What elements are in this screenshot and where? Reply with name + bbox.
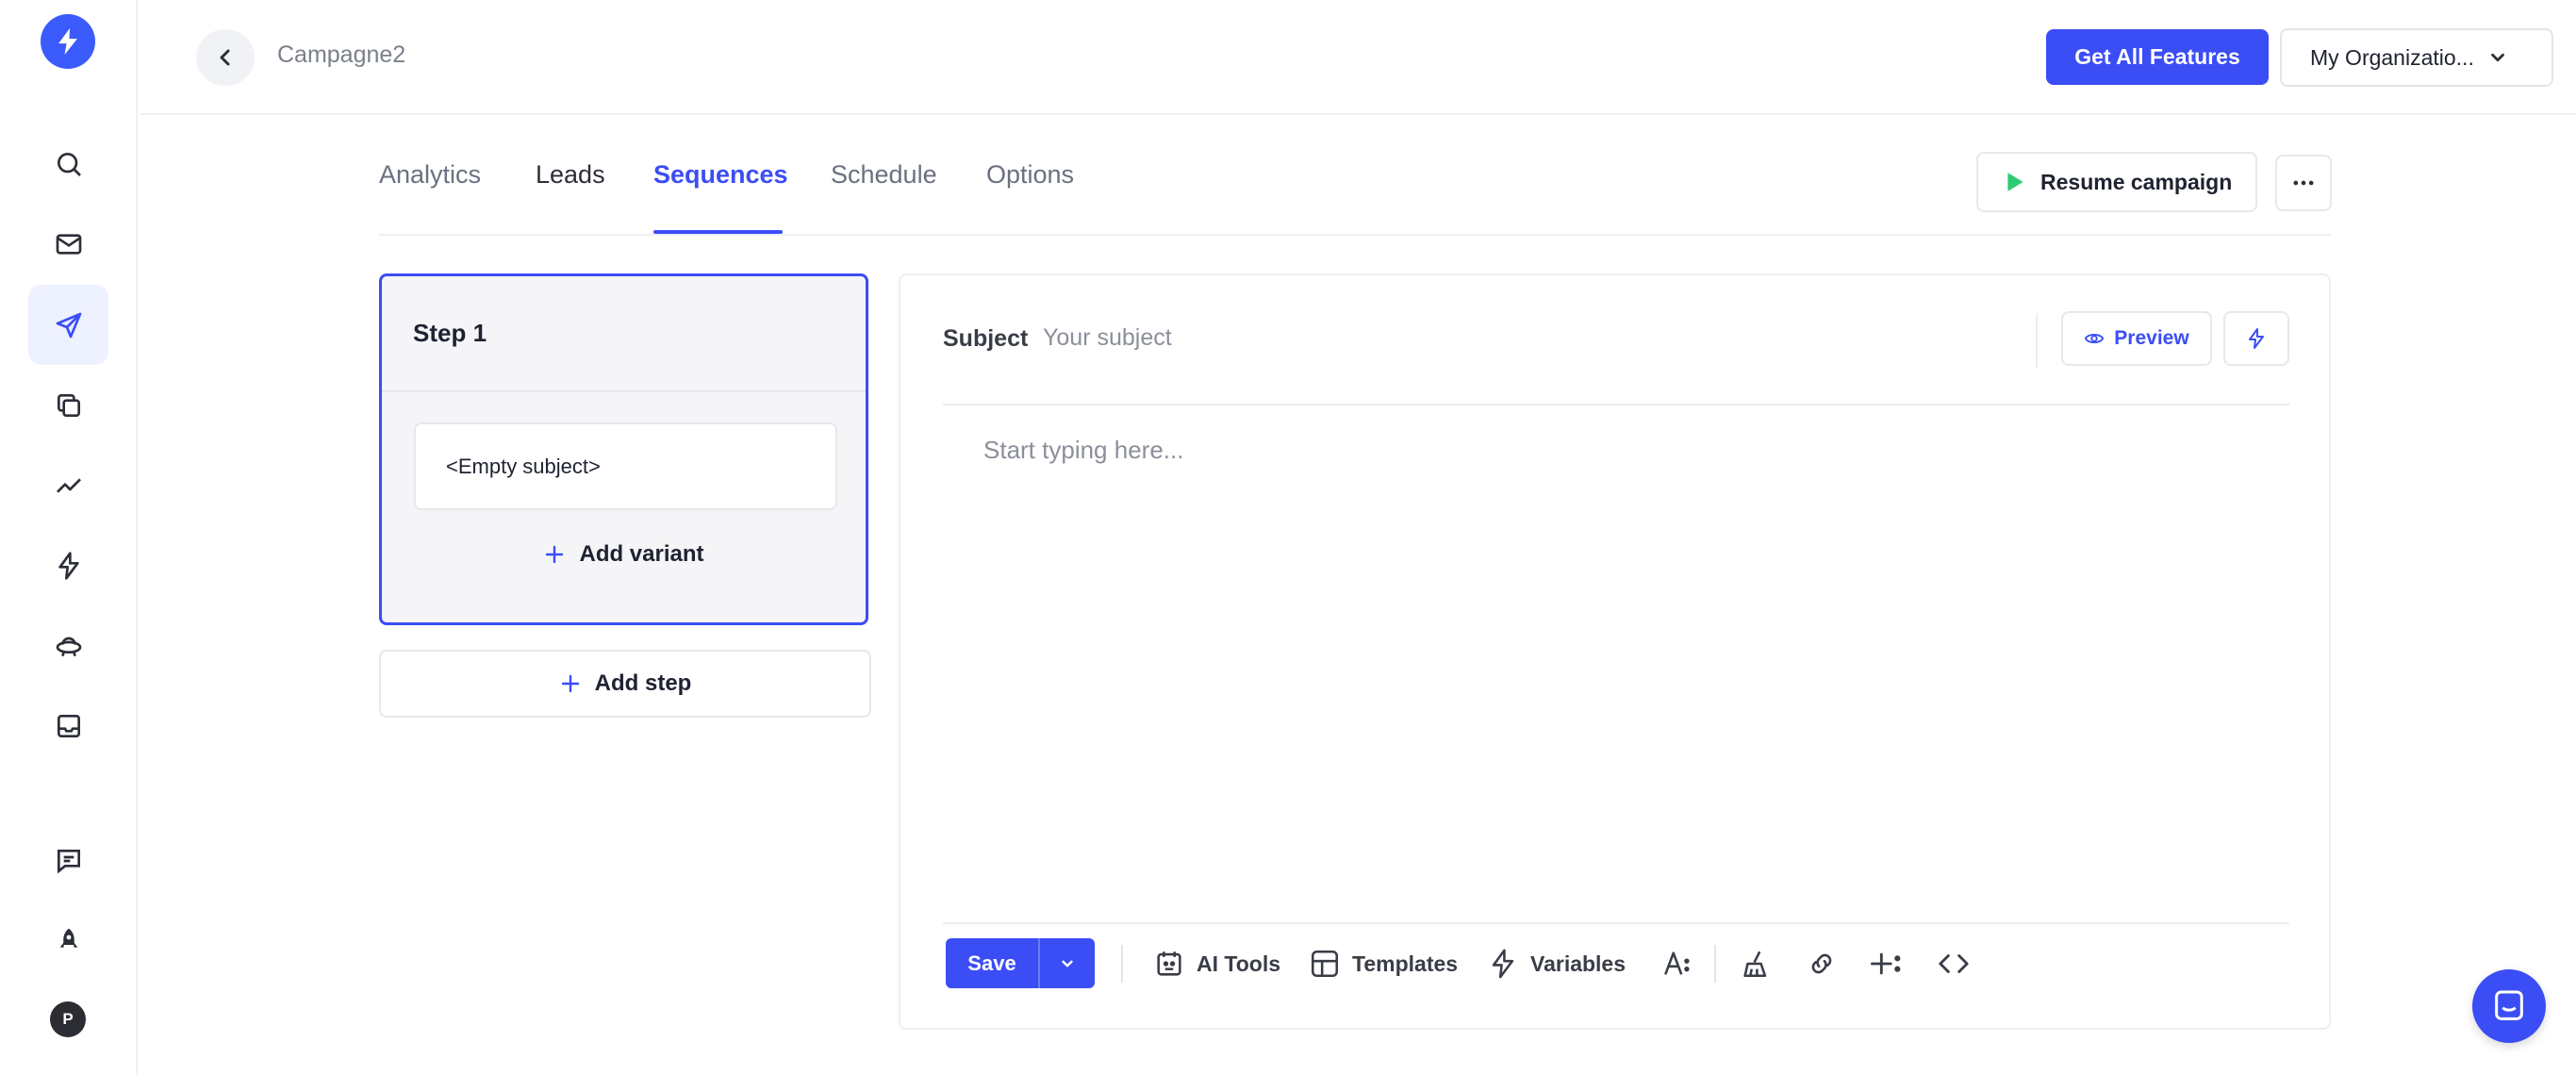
support-chat-button[interactable] (2472, 969, 2546, 1043)
preview-label: Preview (2114, 327, 2189, 349)
breadcrumb: Campagne2 (277, 41, 406, 68)
analytics-icon (56, 477, 81, 493)
toolbar-separator (943, 922, 2289, 924)
ai-tools-button[interactable]: AI Tools (1153, 939, 1280, 988)
tabs-divider (379, 234, 2331, 236)
sidebar-item-mail[interactable] (28, 204, 108, 284)
bolt-icon (58, 551, 79, 580)
more-horizontal-icon (2293, 180, 2314, 186)
subject-separator (943, 404, 2289, 405)
subject-label: Subject (943, 325, 1029, 352)
save-button-group: Save (946, 938, 1095, 988)
inbox-icon (57, 714, 80, 737)
subject-input[interactable] (1043, 317, 1891, 358)
variant-item[interactable]: <Empty subject> (414, 422, 837, 510)
tab-sequences[interactable]: Sequences (653, 160, 788, 190)
sidebar-item-search[interactable] (28, 124, 108, 204)
sidebar-item-whats-new[interactable] (28, 901, 108, 981)
app-logo-icon[interactable] (41, 14, 95, 69)
ai-tools-label: AI Tools (1197, 951, 1281, 976)
save-dropdown-button[interactable] (1040, 938, 1095, 988)
link-icon (1811, 953, 1832, 974)
email-body-input[interactable] (983, 436, 2275, 973)
templates-icon (1311, 950, 1339, 978)
step-title: Step 1 (382, 276, 866, 392)
send-icon (56, 312, 81, 338)
subject-divider (2036, 313, 2038, 368)
mail-icon (56, 233, 81, 255)
sidebar: P (0, 0, 138, 1075)
tab-options[interactable]: Options (986, 160, 1074, 190)
preview-button[interactable]: Preview (2061, 311, 2212, 366)
chevron-down-icon (1062, 960, 1073, 967)
plus-icon (561, 674, 579, 693)
copy-icon (57, 393, 80, 417)
bolt-icon (2249, 328, 2264, 349)
eye-icon (2085, 333, 2105, 344)
email-editor: Subject Preview Save AI Tools Templates … (899, 273, 2331, 1030)
html-code-button[interactable] (1938, 939, 1970, 988)
sidebar-item-templates[interactable] (28, 365, 108, 445)
organization-label: My Organizatio... (2310, 44, 2474, 70)
ai-subject-button[interactable] (2223, 311, 2289, 366)
tab-analytics[interactable]: Analytics (379, 160, 481, 190)
templates-button[interactable]: Templates (1309, 939, 1458, 988)
feedback-icon (57, 849, 80, 873)
insert-link-button[interactable] (1806, 939, 1838, 988)
tab-schedule[interactable]: Schedule (831, 160, 937, 190)
tab-leads[interactable]: Leads (536, 160, 605, 190)
sidebar-item-explore[interactable] (28, 605, 108, 686)
sidebar-item-campaigns[interactable] (28, 285, 108, 365)
chevron-left-icon (220, 49, 230, 66)
rocket-icon (59, 928, 77, 948)
text-format-icon (1664, 951, 1690, 975)
plus-more-icon (1871, 952, 1901, 975)
ai-tools-icon (1157, 951, 1181, 976)
step-card[interactable]: Step 1 <Empty subject> Add variant (379, 273, 868, 625)
chat-icon (2495, 990, 2523, 1020)
save-button[interactable]: Save (946, 938, 1040, 988)
add-step-button[interactable]: Add step (379, 650, 871, 718)
variables-button[interactable]: Variables (1487, 939, 1626, 988)
sidebar-item-analytics[interactable] (28, 445, 108, 525)
add-variant-label: Add variant (579, 541, 704, 567)
play-icon (2007, 173, 2023, 191)
avatar[interactable]: P (50, 1001, 86, 1037)
search-icon (57, 152, 81, 176)
variables-icon (1492, 949, 1514, 979)
sidebar-item-automations[interactable] (28, 525, 108, 605)
add-step-label: Add step (594, 670, 692, 696)
chevron-down-icon (2490, 53, 2504, 62)
resume-campaign-label: Resume campaign (2040, 169, 2233, 194)
code-icon (1939, 954, 1969, 973)
add-variant-button[interactable]: Add variant (382, 531, 866, 578)
plus-icon (546, 545, 564, 564)
sidebar-item-unibox[interactable] (28, 686, 108, 766)
top-bar: Campagne2 Get All Features My Organizati… (140, 0, 2576, 115)
variables-label: Variables (1530, 951, 1627, 976)
get-all-features-button[interactable]: Get All Features (2046, 29, 2269, 85)
broom-icon (1743, 951, 1767, 978)
ufo-icon (56, 637, 81, 656)
active-tab-indicator (653, 230, 783, 234)
resume-campaign-button[interactable]: Resume campaign (1976, 152, 2257, 212)
toolbar-divider (1121, 945, 1123, 983)
templates-label: Templates (1352, 951, 1459, 976)
back-button[interactable] (196, 29, 255, 86)
organization-selector[interactable]: My Organizatio... (2280, 28, 2553, 87)
insert-more-button[interactable] (1871, 939, 1903, 988)
toolbar-divider (1714, 945, 1716, 983)
clear-format-button[interactable] (1740, 939, 1772, 988)
sidebar-item-feedback[interactable] (28, 820, 108, 901)
text-format-button[interactable] (1661, 939, 1693, 988)
more-options-button[interactable] (2275, 155, 2332, 211)
